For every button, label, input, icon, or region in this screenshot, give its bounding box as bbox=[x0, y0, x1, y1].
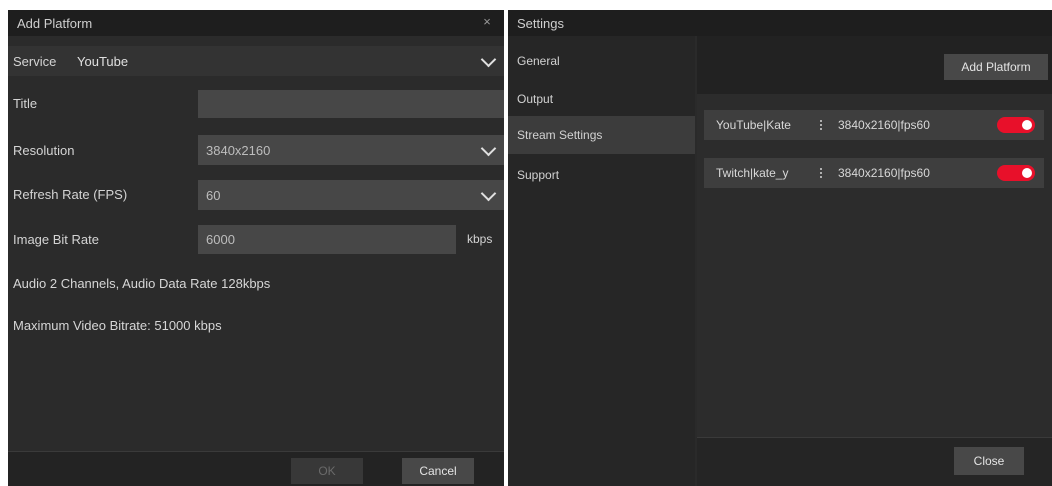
close-icon[interactable]: × bbox=[480, 15, 494, 29]
nav-item-output[interactable]: Output bbox=[508, 80, 695, 118]
close-button[interactable]: Close bbox=[954, 447, 1024, 475]
refresh-rate-value: 60 bbox=[206, 187, 221, 203]
toggle-knob bbox=[1022, 120, 1032, 130]
bit-rate-input[interactable]: 6000 bbox=[198, 225, 456, 254]
nav-item-label: General bbox=[517, 54, 560, 68]
settings-title: Settings bbox=[517, 15, 564, 31]
drag-handle-icon[interactable] bbox=[808, 168, 834, 178]
stream-settings-content: Add Platform YouTube|Kate 3840x2160|fps6… bbox=[697, 36, 1052, 486]
nav-item-label: Support bbox=[517, 168, 560, 182]
settings-nav: General Output Stream Settings Support bbox=[508, 36, 695, 486]
platform-toggle[interactable] bbox=[997, 117, 1035, 133]
resolution-label: Resolution bbox=[13, 143, 75, 158]
platform-toggle[interactable] bbox=[997, 165, 1035, 181]
platform-name: Twitch|kate_y bbox=[716, 166, 789, 180]
platform-resolution: 3840x2160|fps60 bbox=[838, 166, 930, 180]
cancel-button[interactable]: Cancel bbox=[402, 458, 474, 484]
chevron-down-icon bbox=[480, 185, 497, 202]
toggle-knob bbox=[1022, 168, 1032, 178]
dialog-titlebar: Add Platform × bbox=[8, 10, 504, 36]
chevron-down-icon bbox=[480, 51, 497, 68]
settings-window: Settings General Output Stream Settings … bbox=[508, 10, 1052, 486]
nav-item-label: Output bbox=[517, 92, 554, 106]
add-platform-dialog: Add Platform × Service YouTube Title Res… bbox=[8, 10, 504, 486]
dialog-footer: OK Cancel bbox=[8, 451, 504, 486]
bit-rate-label: Image Bit Rate bbox=[13, 232, 99, 247]
service-label: Service bbox=[13, 54, 57, 69]
drag-handle-icon[interactable] bbox=[808, 120, 834, 130]
nav-item-label: Stream Settings bbox=[517, 128, 603, 142]
platform-row[interactable]: YouTube|Kate 3840x2160|fps60 bbox=[704, 110, 1044, 140]
title-label: Title bbox=[13, 96, 38, 111]
nav-item-support[interactable]: Support bbox=[508, 156, 695, 194]
title-input[interactable] bbox=[198, 90, 504, 118]
platform-name: YouTube|Kate bbox=[716, 118, 791, 132]
refresh-rate-select[interactable]: 60 bbox=[198, 180, 504, 210]
bit-rate-unit: kbps bbox=[467, 232, 493, 246]
dialog-title: Add Platform bbox=[17, 15, 93, 31]
platform-row[interactable]: Twitch|kate_y 3840x2160|fps60 bbox=[704, 158, 1044, 188]
nav-item-general[interactable]: General bbox=[508, 42, 695, 80]
settings-titlebar: Settings bbox=[508, 10, 1052, 36]
content-toolbar: Add Platform bbox=[697, 36, 1052, 94]
add-platform-button[interactable]: Add Platform bbox=[944, 54, 1048, 80]
ok-button[interactable]: OK bbox=[291, 458, 363, 484]
chevron-down-icon bbox=[480, 140, 497, 157]
resolution-select[interactable]: 3840x2160 bbox=[198, 135, 504, 165]
max-bitrate-text: Maximum Video Bitrate: 51000 kbps bbox=[13, 318, 222, 333]
settings-footer: Close bbox=[697, 437, 1052, 486]
service-select[interactable]: YouTube bbox=[69, 46, 504, 76]
service-value: YouTube bbox=[77, 53, 129, 69]
resolution-value: 3840x2160 bbox=[206, 142, 271, 158]
service-row: Service YouTube bbox=[8, 46, 504, 76]
refresh-rate-label: Refresh Rate (FPS) bbox=[13, 187, 128, 202]
nav-item-stream-settings[interactable]: Stream Settings bbox=[508, 116, 695, 154]
bit-rate-value: 6000 bbox=[206, 232, 235, 247]
audio-info-text: Audio 2 Channels, Audio Data Rate 128kbp… bbox=[13, 276, 271, 291]
platform-resolution: 3840x2160|fps60 bbox=[838, 118, 930, 132]
